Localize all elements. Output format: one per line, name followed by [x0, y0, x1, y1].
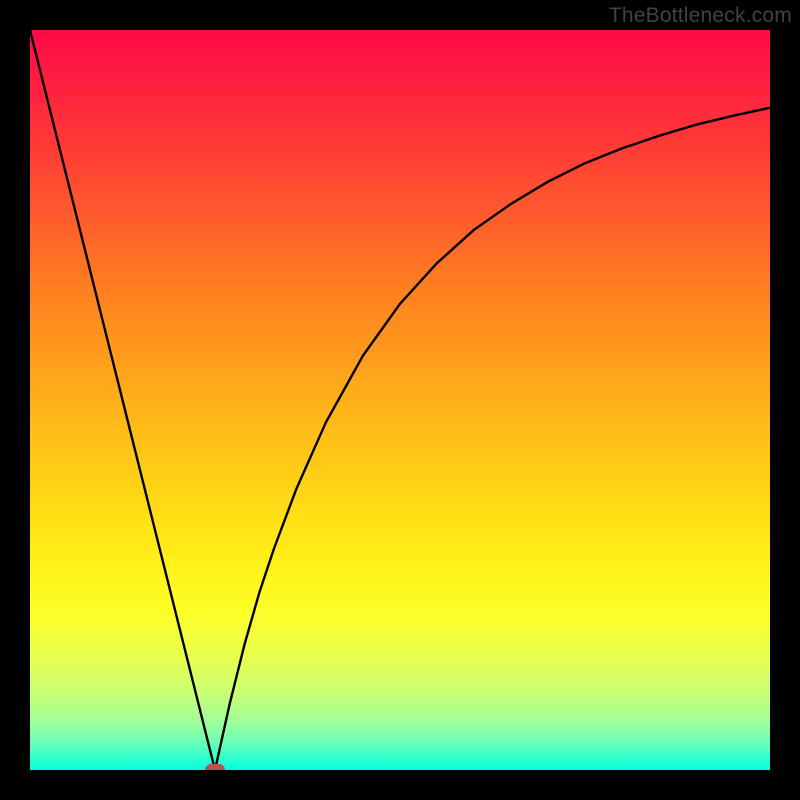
bottleneck-curve	[30, 30, 770, 770]
chart-frame: TheBottleneck.com	[0, 0, 800, 800]
optimum-marker	[205, 764, 225, 770]
curve-path	[30, 30, 770, 770]
watermark-text: TheBottleneck.com	[609, 4, 792, 28]
plot-area	[30, 30, 770, 770]
